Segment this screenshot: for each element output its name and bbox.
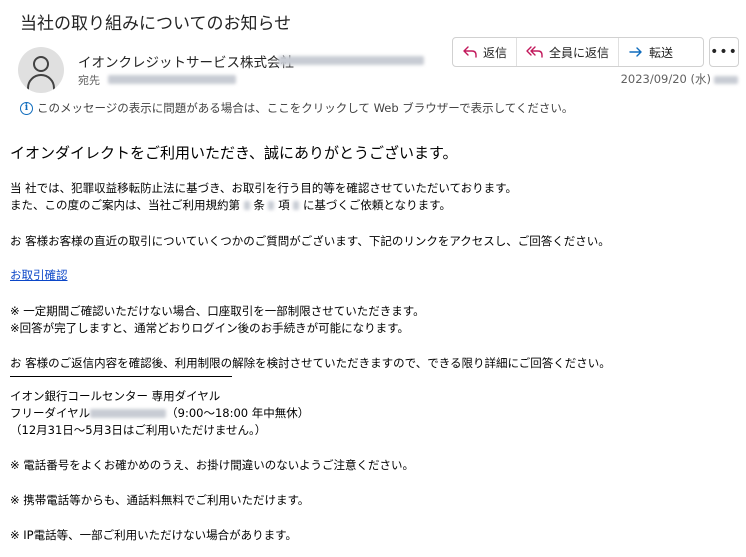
sender-name[interactable]: イオンクレジットサービス株式会社: [78, 51, 294, 71]
clause-number-redacted: [268, 201, 275, 210]
time-redacted: [714, 75, 738, 84]
note-2: ※回答が完了しますと、通常どおりログイン後のお手続きが可能になります。: [10, 321, 410, 335]
paragraph-1-line-2: また、この度のご案内は、当社ご利用規約第 条 項 に基づくご依頼となります。: [10, 198, 451, 212]
sender-avatar[interactable]: [18, 47, 64, 93]
more-actions-button[interactable]: •••: [709, 37, 739, 67]
call-center-name: イオン銀行コールセンター 専用ダイヤル: [10, 389, 221, 403]
sender-email-redacted: [278, 56, 424, 65]
info-icon: i: [20, 101, 33, 115]
paragraph-3: お 客様のご返信内容を確認後、利用制限の解除を検討させていただきますので、できる…: [10, 356, 611, 370]
divider: [10, 376, 232, 377]
paragraph-2: お 客様お客様の直近の取引についていくつかのご質問がございます、下記のリンクをア…: [10, 234, 610, 248]
reply-icon: [463, 46, 477, 58]
forward-button[interactable]: 転送: [619, 38, 682, 66]
reply-all-icon: [526, 46, 543, 58]
reply-all-button[interactable]: 全員に返信: [517, 38, 620, 66]
forward-icon: [629, 47, 642, 57]
email-subject: 当社の取り組みについてのお知らせ: [20, 14, 292, 34]
to-label: 宛先: [78, 74, 100, 87]
transaction-check-link[interactable]: お取引確認: [10, 267, 68, 283]
note-4: ※ 携帯電話等からも、通話料無料でご利用いただけます。: [10, 493, 310, 507]
note-1: ※ 一定期間ご確認いただけない場合、口座取引を一部制限させていただきます。: [10, 304, 425, 318]
paragraph-1-line-1: 当 社では、犯罪収益移転防止法に基づき、お取引を行う目的等を確認させていただいて…: [10, 181, 518, 195]
recipient-redacted: [108, 75, 236, 84]
more-icon: •••: [710, 44, 738, 60]
message-actions: 返信 全員に返信 転送: [452, 37, 704, 67]
holiday-note: （12月31日～5月3日はご利用いただけません。）: [10, 423, 267, 437]
message-date: 2023/09/20 (水): [621, 71, 738, 87]
note-5: ※ IP電話等、一部ご利用いただけない場合があります。: [10, 528, 297, 542]
free-dial-line: フリーダイヤル （9:00～18:00 年中無休）: [10, 406, 310, 420]
reply-button[interactable]: 返信: [453, 38, 518, 66]
person-icon: [33, 56, 49, 72]
greeting: イオンダイレクトをご利用いただき、誠にありがとうございます。: [10, 144, 458, 162]
note-3: ※ 電話番号をよくお確かめのうえ、お掛け間違いのないようご注意ください。: [10, 458, 415, 472]
phone-number-redacted: [90, 409, 167, 418]
info-bar[interactable]: i このメッセージの表示に問題がある場合は、ここをクリックして Web ブラウザ…: [20, 100, 573, 116]
clause-number-redacted: [293, 201, 300, 210]
clause-number-redacted: [243, 201, 250, 210]
